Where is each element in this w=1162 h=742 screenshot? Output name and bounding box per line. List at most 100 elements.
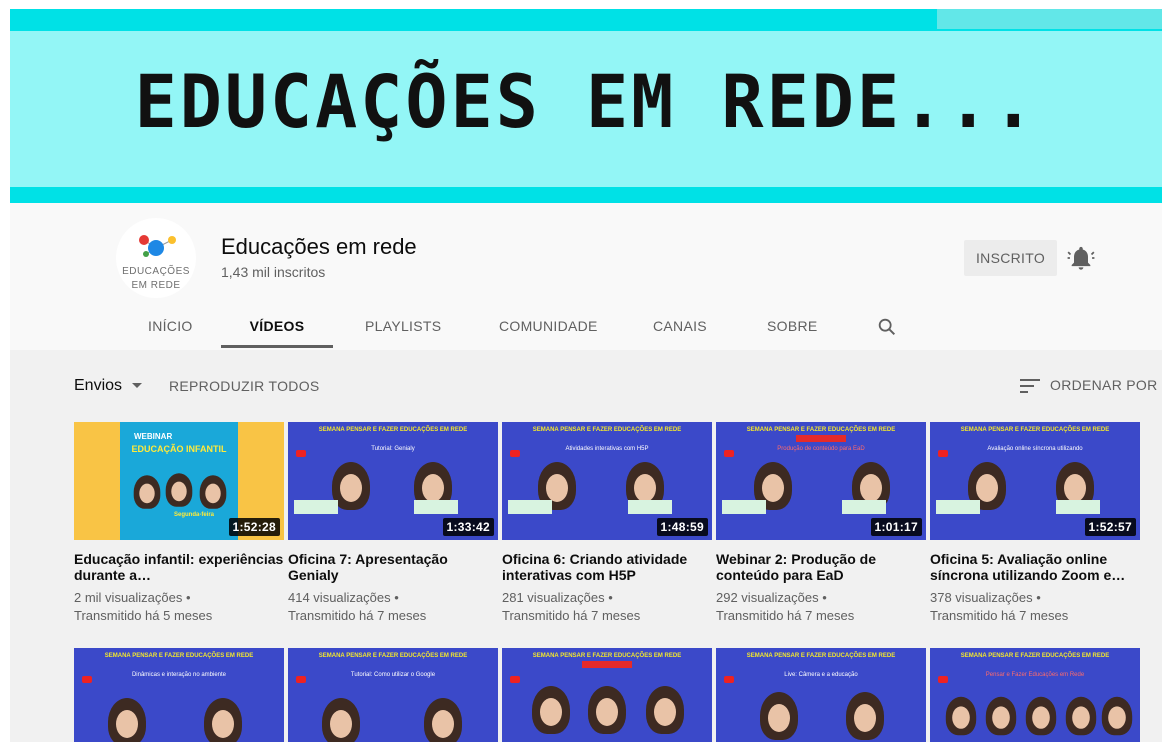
thumbnail-subtitle: Live: Câmera e a educação xyxy=(784,672,858,678)
avatar-text-line1: EDUCAÇÕES xyxy=(122,266,190,277)
subscribe-button[interactable]: INSCRITO xyxy=(964,240,1057,276)
view-count: 2 mil visualizações xyxy=(74,590,183,605)
thumbnail-face xyxy=(945,696,977,736)
uploads-dropdown[interactable]: Envios xyxy=(74,377,143,395)
video-thumbnail[interactable]: SEMANA PENSAR E FAZER EDUCAÇÕES EM REDE … xyxy=(288,648,498,742)
uploads-dropdown-label: Envios xyxy=(74,377,123,394)
video-thumbnail[interactable]: SEMANA PENSAR E FAZER EDUCAÇÕES EM REDE … xyxy=(930,648,1140,742)
video-meta: 2 mil visualizações • Transmitido há 5 m… xyxy=(74,589,284,625)
video-card[interactable]: SEMANA PENSAR E FAZER EDUCAÇÕES EM REDE … xyxy=(288,648,498,742)
bell-icon[interactable] xyxy=(1067,244,1095,272)
search-icon[interactable] xyxy=(876,316,898,338)
tab-comunidade[interactable]: COMUNIDADE xyxy=(499,311,597,350)
youtube-logo-icon xyxy=(296,450,306,457)
avatar-text-line2: EM REDE xyxy=(131,280,181,291)
thumbnail-name-tag xyxy=(508,500,552,514)
play-all-button[interactable]: REPRODUZIR TODOS xyxy=(169,378,320,394)
youtube-logo-icon xyxy=(510,676,520,683)
thumbnail-subtitle: Tutorial: Como utilizar o Google xyxy=(350,672,436,678)
duration-badge: 1:52:28 xyxy=(228,518,280,536)
thumbnail-header: SEMANA PENSAR E FAZER EDUCAÇÕES EM REDE xyxy=(960,427,1110,433)
tab-sobre[interactable]: SOBRE xyxy=(767,311,817,350)
upload-age: Transmitido há 7 meses xyxy=(716,608,855,623)
thumbnail-name-tag xyxy=(722,500,766,514)
video-thumbnail[interactable]: WEBINAR EDUCAÇÃO INFANTIL Segunda-feira … xyxy=(74,422,284,540)
upload-age: Transmitido há 5 meses xyxy=(74,608,213,623)
video-thumbnail[interactable]: SEMANA PENSAR E FAZER EDUCAÇÕES EM REDE … xyxy=(716,422,926,540)
thumbnail-name-tag xyxy=(294,500,338,514)
channel-avatar[interactable]: EDUCAÇÕES EM REDE xyxy=(116,218,196,298)
thumbnail-face xyxy=(322,698,360,742)
youtube-logo-icon xyxy=(296,676,306,683)
video-thumbnail[interactable]: SEMANA PENSAR E FAZER EDUCAÇÕES EM REDE … xyxy=(502,422,712,540)
channel-banner: EDUCAÇÕES EM REDE... xyxy=(10,9,1162,203)
thumbnail-face xyxy=(1025,696,1057,736)
video-thumbnail[interactable]: SEMANA PENSAR E FAZER EDUCAÇÕES EM REDE … xyxy=(288,422,498,540)
thumbnail-face xyxy=(760,692,798,740)
tab-videos[interactable]: VÍDEOS xyxy=(221,311,333,350)
video-card[interactable]: WEBINAR EDUCAÇÃO INFANTIL Segunda-feira … xyxy=(74,422,284,625)
video-card[interactable]: SEMANA PENSAR E FAZER EDUCAÇÕES EM REDE … xyxy=(74,648,284,742)
thumbnail-face xyxy=(424,698,462,742)
video-card[interactable]: SEMANA PENSAR E FAZER EDUCAÇÕES EM REDE xyxy=(502,648,712,742)
thumbnail-face xyxy=(985,696,1017,736)
video-title[interactable]: Educação infantil: experiências durante … xyxy=(74,551,284,583)
thumbnail-subtitle: Atividades interativas com H5P xyxy=(565,446,649,452)
video-title[interactable]: Oficina 6: Criando atividade interativas… xyxy=(502,551,712,583)
youtube-logo-icon xyxy=(724,450,734,457)
view-count: 281 visualizações xyxy=(502,590,605,605)
thumbnail-face xyxy=(1065,696,1097,736)
duration-badge: 1:33:42 xyxy=(442,518,494,536)
thumbnail-subtitle: Pensar e Fazer Educações em Rede xyxy=(985,672,1085,678)
thumbnail-header: SEMANA PENSAR E FAZER EDUCAÇÕES EM REDE xyxy=(318,653,468,659)
thumbnail-face xyxy=(846,692,884,740)
video-card[interactable]: SEMANA PENSAR E FAZER EDUCAÇÕES EM REDE … xyxy=(716,422,926,625)
tab-inicio[interactable]: INÍCIO xyxy=(148,311,192,350)
upload-age: Transmitido há 7 meses xyxy=(930,608,1069,623)
caret-down-icon xyxy=(132,383,143,389)
view-count: 414 visualizações xyxy=(288,590,391,605)
youtube-logo-icon xyxy=(938,450,948,457)
thumbnail-day-text: Segunda-feira xyxy=(174,512,215,518)
video-thumbnail[interactable]: SEMANA PENSAR E FAZER EDUCAÇÕES EM REDE xyxy=(502,648,712,742)
banner-corner xyxy=(937,9,1162,29)
upload-age: Transmitido há 7 meses xyxy=(502,608,641,623)
thumbnail-name-tag xyxy=(936,500,980,514)
thumbnail-face xyxy=(1101,696,1133,736)
video-title[interactable]: Webinar 2: Produção de conteúdo para EaD xyxy=(716,551,926,583)
tab-playlists[interactable]: PLAYLISTS xyxy=(365,311,441,350)
thumbnail-face xyxy=(588,686,626,734)
duration-badge: 1:48:59 xyxy=(656,518,708,536)
youtube-logo-icon xyxy=(510,450,520,457)
thumbnail-header: SEMANA PENSAR E FAZER EDUCAÇÕES EM REDE xyxy=(318,427,468,433)
thumbnail-header: SEMANA PENSAR E FAZER EDUCAÇÕES EM REDE xyxy=(532,427,682,433)
sort-by-label: ORDENAR POR xyxy=(1050,377,1158,393)
video-thumbnail[interactable]: SEMANA PENSAR E FAZER EDUCAÇÕES EM REDE … xyxy=(930,422,1140,540)
thumbnail-header: SEMANA PENSAR E FAZER EDUCAÇÕES EM REDE xyxy=(960,653,1110,659)
video-thumbnail[interactable]: SEMANA PENSAR E FAZER EDUCAÇÕES EM REDE … xyxy=(74,648,284,742)
thumbnail-face xyxy=(199,475,227,509)
video-card[interactable]: SEMANA PENSAR E FAZER EDUCAÇÕES EM REDE … xyxy=(288,422,498,625)
video-title[interactable]: Oficina 5: Avaliação online síncrona uti… xyxy=(930,551,1140,583)
thumbnail-ei-text: EDUCAÇÃO INFANTIL xyxy=(131,444,227,454)
thumbnail-face xyxy=(646,686,684,734)
youtube-logo-icon xyxy=(82,676,92,683)
tab-canais[interactable]: CANAIS xyxy=(653,311,707,350)
channel-tabs: INÍCIO VÍDEOS PLAYLISTS COMUNIDADE CANAI… xyxy=(10,311,1162,350)
video-card[interactable]: SEMANA PENSAR E FAZER EDUCAÇÕES EM REDE … xyxy=(716,648,926,742)
thumbnail-subtitle: Produção de conteúdo para EaD xyxy=(777,446,865,452)
duration-badge: 1:01:17 xyxy=(870,518,922,536)
video-card[interactable]: SEMANA PENSAR E FAZER EDUCAÇÕES EM REDE … xyxy=(930,648,1140,742)
video-card[interactable]: SEMANA PENSAR E FAZER EDUCAÇÕES EM REDE … xyxy=(930,422,1140,625)
upload-age: Transmitido há 7 meses xyxy=(288,608,427,623)
video-card[interactable]: SEMANA PENSAR E FAZER EDUCAÇÕES EM REDE … xyxy=(502,422,712,625)
thumbnail-face xyxy=(108,698,146,742)
duration-badge: 1:52:57 xyxy=(1084,518,1136,536)
video-meta: 281 visualizações • Transmitido há 7 mes… xyxy=(502,589,712,625)
thumbnail-name-tag xyxy=(414,500,458,514)
thumbnail-label-bar xyxy=(582,661,632,668)
video-title[interactable]: Oficina 7: Apresentação Genialy xyxy=(288,551,498,583)
video-thumbnail[interactable]: SEMANA PENSAR E FAZER EDUCAÇÕES EM REDE … xyxy=(716,648,926,742)
channel-name: Educações em rede xyxy=(221,234,417,259)
video-meta: 378 visualizações • Transmitido há 7 mes… xyxy=(930,589,1140,625)
